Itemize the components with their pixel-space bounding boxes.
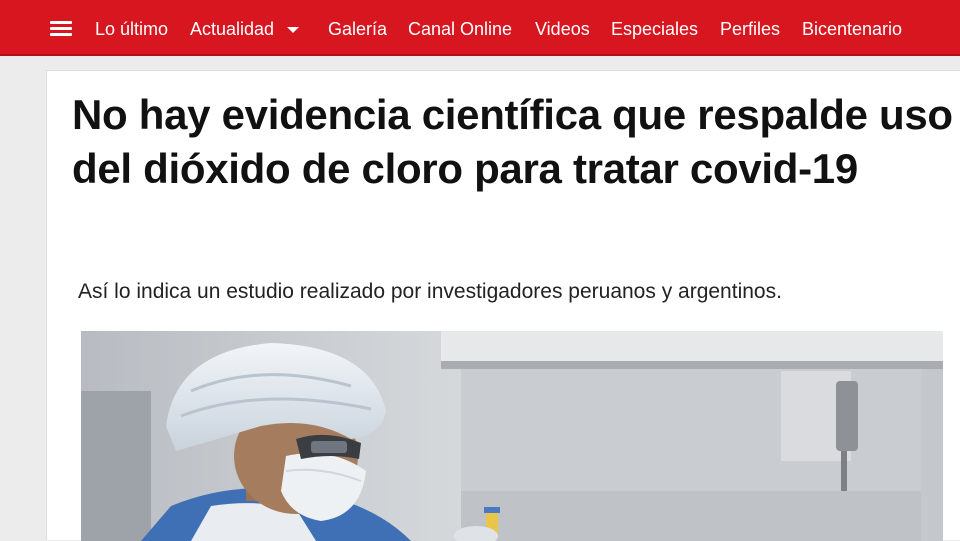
article-headline: No hay evidencia científica que respalde… — [72, 91, 953, 192]
lab-worker-photo-illustration — [81, 331, 943, 541]
nav-item-canal-online[interactable]: Canal Online — [408, 18, 512, 40]
article-subtitle: Así lo indica un estudio realizado por i… — [78, 280, 782, 303]
nav-item-actualidad[interactable]: Actualidad — [190, 18, 274, 40]
nav-item-videos[interactable]: Videos — [535, 18, 590, 40]
nav-item-perfiles[interactable]: Perfiles — [720, 18, 780, 40]
caret-down-icon[interactable] — [287, 27, 299, 33]
nav-item-galeria[interactable]: Galería — [328, 18, 387, 40]
article-container: No hay evidencia científica que respalde… — [46, 70, 960, 541]
article-photo[interactable] — [81, 331, 943, 541]
hamburger-menu-icon[interactable] — [50, 21, 72, 37]
nav-item-lo-ultimo[interactable]: Lo último — [95, 18, 168, 40]
nav-item-especiales[interactable]: Especiales — [611, 18, 698, 40]
nav-item-bicentenario[interactable]: Bicentenario — [802, 18, 902, 40]
top-navigation-bar: Lo último Actualidad Galería Canal Onlin… — [0, 0, 960, 56]
